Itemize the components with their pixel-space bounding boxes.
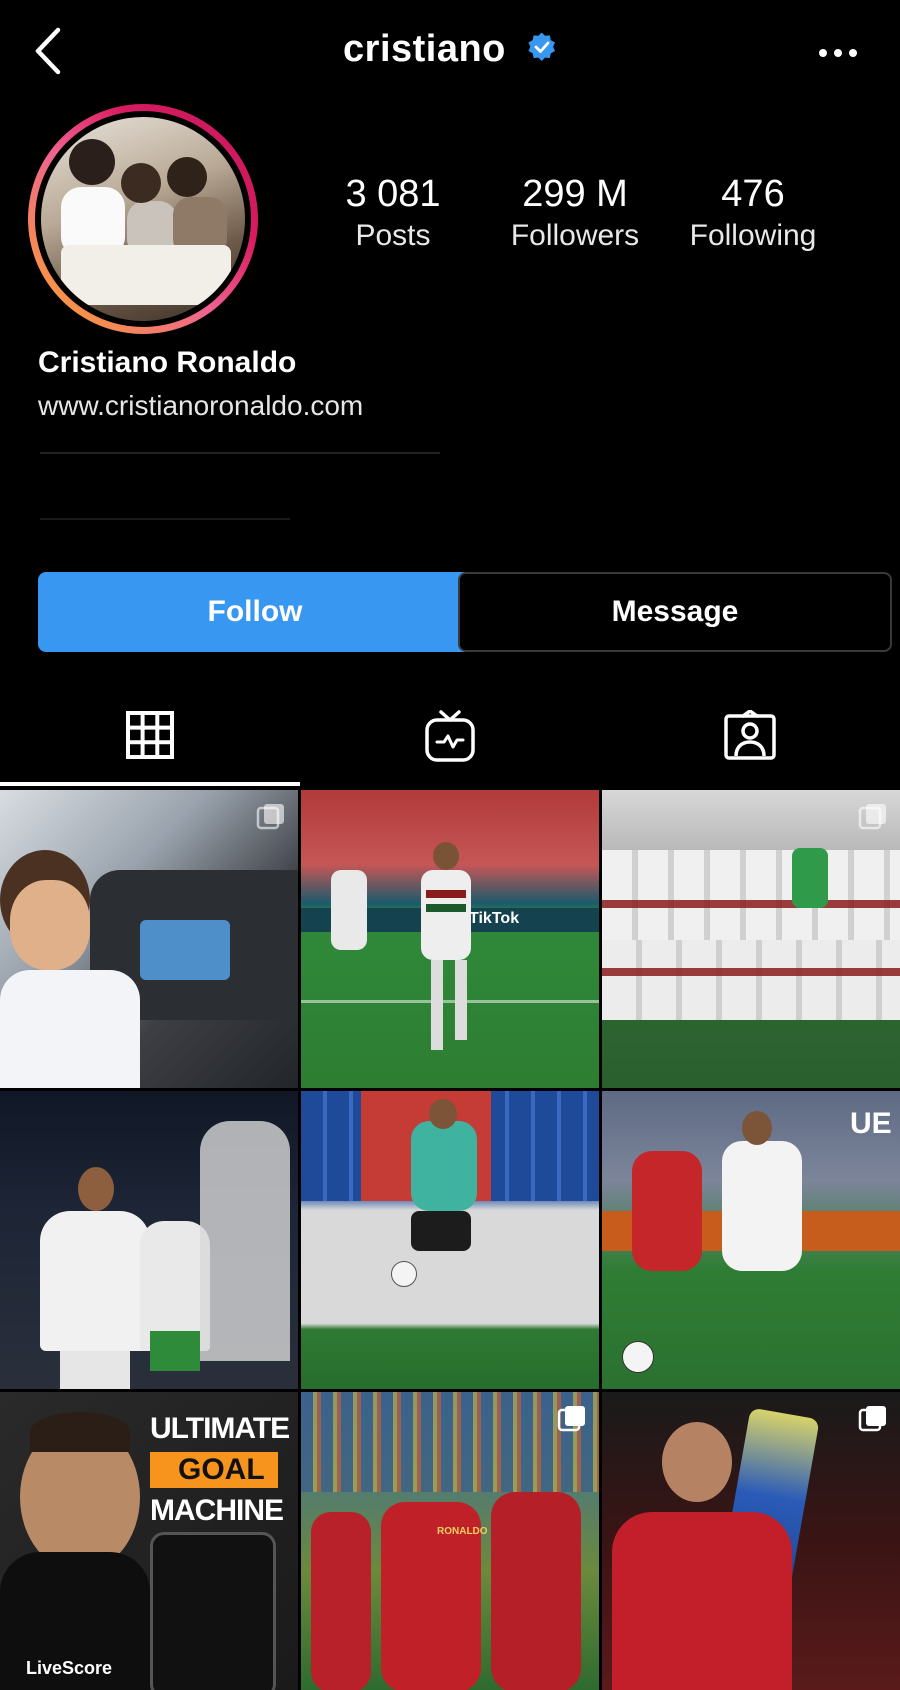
followers-stat[interactable]: 299 M Followers bbox=[490, 172, 660, 256]
posts-grid: TikTok UE ULTIMATE GOAL MACHINE LiveScor… bbox=[0, 790, 900, 1690]
more-options-button[interactable] bbox=[816, 38, 860, 68]
followers-label: Followers bbox=[510, 219, 640, 252]
active-tab-indicator bbox=[0, 782, 300, 786]
following-count: 476 bbox=[721, 173, 785, 215]
more-horizontal-icon bbox=[819, 49, 857, 57]
following-stat[interactable]: 476 Following bbox=[668, 172, 838, 256]
igtv-icon bbox=[425, 710, 475, 762]
tab-tagged[interactable] bbox=[600, 700, 900, 786]
post-tile[interactable]: UE bbox=[602, 1091, 900, 1389]
post-tile[interactable] bbox=[0, 790, 298, 1088]
tagged-user-icon bbox=[724, 710, 776, 760]
avatar bbox=[41, 117, 245, 321]
tab-igtv[interactable] bbox=[300, 700, 600, 786]
profile-header: cristiano bbox=[0, 0, 900, 110]
post-tile[interactable] bbox=[602, 1392, 900, 1690]
story-ring[interactable] bbox=[28, 104, 258, 334]
multiple-posts-icon bbox=[858, 1406, 886, 1432]
post-tile[interactable]: ULTIMATE GOAL MACHINE LiveScore bbox=[0, 1392, 298, 1690]
posts-stat[interactable]: 3 081 Posts bbox=[318, 172, 468, 256]
multiple-posts-icon bbox=[858, 804, 886, 830]
profile-title: cristiano bbox=[0, 28, 900, 71]
grid-icon bbox=[126, 711, 174, 759]
profile-tabs bbox=[0, 700, 900, 786]
bio-divider bbox=[40, 518, 290, 520]
post-tile[interactable] bbox=[602, 790, 900, 1088]
verified-badge-icon bbox=[528, 32, 555, 61]
bio-divider bbox=[40, 452, 440, 454]
post-tile[interactable] bbox=[0, 1091, 298, 1389]
tab-grid[interactable] bbox=[0, 700, 300, 786]
follow-button[interactable]: Follow bbox=[38, 572, 472, 652]
message-button[interactable]: Message bbox=[458, 572, 892, 652]
username: cristiano bbox=[343, 28, 506, 70]
profile-website-link[interactable]: www.cristianoronaldo.com bbox=[38, 390, 363, 422]
profile-full-name: Cristiano Ronaldo bbox=[38, 346, 297, 379]
livescore-brand: LiveScore bbox=[26, 1658, 113, 1678]
post-tile[interactable]: TikTok bbox=[301, 790, 599, 1088]
post-tile[interactable] bbox=[301, 1091, 599, 1389]
posts-label: Posts bbox=[355, 219, 431, 252]
following-label: Following bbox=[689, 219, 817, 252]
post-tile[interactable]: RONALDO bbox=[301, 1392, 599, 1690]
multiple-posts-icon bbox=[557, 1406, 585, 1432]
followers-count: 299 M bbox=[522, 173, 628, 215]
multiple-posts-icon bbox=[256, 804, 284, 830]
posts-count: 3 081 bbox=[345, 173, 441, 215]
